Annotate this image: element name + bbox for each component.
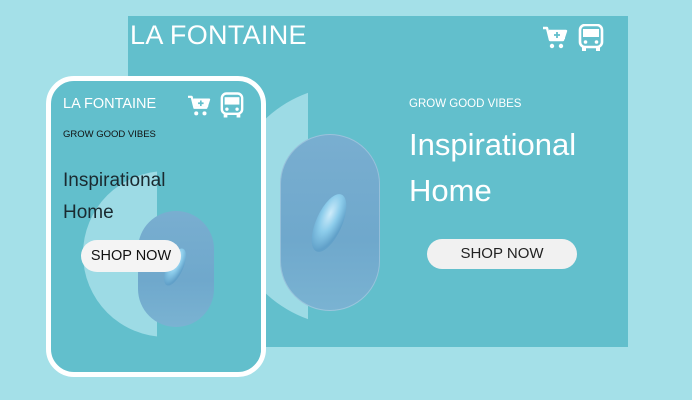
brand-logo[interactable]: LA FONTAINE: [130, 20, 307, 51]
bus-icon[interactable]: [220, 92, 244, 119]
shop-now-button[interactable]: SHOP NOW: [427, 239, 577, 269]
mobile-mockup: LA FONTAINE GROW GOOD VIBES Inspirationa…: [46, 76, 266, 377]
hero-headline: Inspirational Home: [63, 170, 166, 223]
bus-icon[interactable]: [578, 24, 604, 52]
hero-headline: Inspirational Home: [409, 127, 577, 208]
shop-now-button[interactable]: SHOP NOW: [81, 240, 181, 272]
brand-logo[interactable]: LA FONTAINE: [63, 96, 156, 112]
cart-plus-icon[interactable]: [187, 95, 211, 117]
tagline: GROW GOOD VIBES: [63, 129, 156, 140]
tagline: GROW GOOD VIBES: [409, 98, 522, 110]
cart-plus-icon[interactable]: [542, 26, 568, 50]
